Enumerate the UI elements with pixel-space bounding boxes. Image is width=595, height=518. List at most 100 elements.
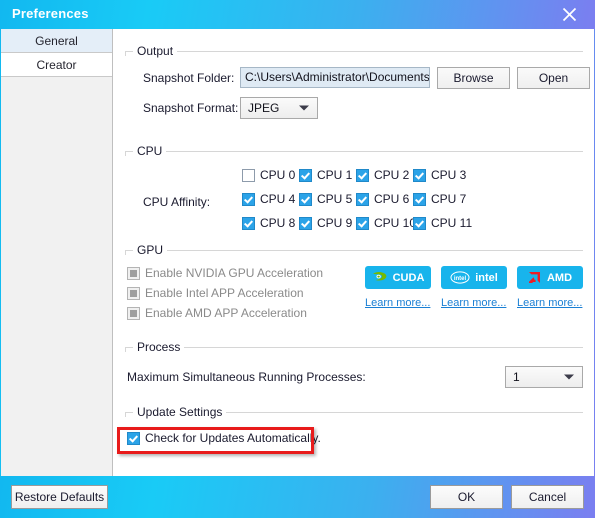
checkbox-icon — [356, 168, 369, 182]
cpu-checkbox-label: CPU 7 — [431, 192, 467, 206]
enable-amd-app-checkbox[interactable]: Enable AMD APP Acceleration — [127, 306, 307, 320]
cpu-checkbox-4[interactable]: CPU 4 — [242, 192, 295, 206]
intel-label: intel — [475, 271, 498, 284]
open-button[interactable]: Open — [517, 67, 590, 89]
amd-logo-icon — [528, 272, 540, 283]
group-divider — [125, 151, 583, 152]
cpu-checkbox-11[interactable]: CPU 11 — [413, 216, 472, 230]
cuda-label: CUDA — [392, 271, 425, 284]
checkbox-icon — [299, 192, 312, 206]
restore-defaults-button[interactable]: Restore Defaults — [11, 485, 108, 509]
snapshot-folder-input[interactable]: C:\Users\Administrator\Documents\A — [240, 67, 430, 88]
sidebar: General Creator — [1, 29, 113, 476]
cpu-checkbox-label: CPU 6 — [374, 192, 410, 206]
checkbox-icon — [127, 266, 140, 280]
enable-intel-app-label: Enable Intel APP Acceleration — [145, 286, 304, 300]
intel-button[interactable]: intel intel — [441, 266, 507, 289]
max-processes-select[interactable]: 1 — [505, 366, 583, 388]
checkbox-icon — [299, 216, 312, 230]
sidebar-item-general[interactable]: General — [1, 29, 112, 53]
cpu-group-label: CPU — [133, 144, 167, 158]
output-group-label: Output — [133, 44, 178, 58]
sidebar-item-creator[interactable]: Creator — [1, 53, 112, 77]
cpu-checkbox-label: CPU 5 — [317, 192, 353, 206]
checkbox-icon — [413, 192, 426, 206]
nvidia-logo-icon — [372, 272, 386, 281]
cpu-checkbox-label: CPU 8 — [260, 216, 296, 230]
group-divider-tick — [125, 347, 126, 352]
cpu-checkbox-0[interactable]: CPU 0 — [242, 168, 295, 182]
cpu-checkbox-2[interactable]: CPU 2 — [356, 168, 409, 182]
cpu-checkbox-6[interactable]: CPU 6 — [356, 192, 409, 206]
cpu-checkbox-5[interactable]: CPU 5 — [299, 192, 352, 206]
snapshot-folder-label: Snapshot Folder: — [143, 71, 235, 85]
snapshot-format-label: Snapshot Format: — [143, 101, 239, 115]
group-divider-tick — [125, 250, 126, 255]
cpu-checkbox-7[interactable]: CPU 7 — [413, 192, 466, 206]
cpu-checkbox-label: CPU 11 — [431, 216, 473, 230]
cuda-learn-more-link[interactable]: Learn more... — [365, 297, 430, 309]
gpu-group-label: GPU — [133, 243, 168, 257]
checkbox-icon — [356, 192, 369, 206]
checkbox-icon — [413, 216, 426, 230]
amd-label: AMD — [546, 271, 573, 284]
group-divider — [125, 347, 583, 348]
group-divider-tick — [125, 151, 126, 156]
checkbox-icon — [242, 168, 255, 182]
enable-intel-app-checkbox[interactable]: Enable Intel APP Acceleration — [127, 286, 304, 300]
checkbox-icon — [242, 192, 255, 206]
svg-text:intel: intel — [454, 276, 467, 282]
amd-button[interactable]: AMD — [517, 266, 583, 289]
checkbox-icon — [413, 168, 426, 182]
preferences-dialog: Preferences General Creator Output Snaps… — [0, 0, 595, 518]
checkbox-icon — [127, 431, 140, 445]
window-title: Preferences — [12, 6, 89, 21]
settings-panel: Output Snapshot Folder: C:\Users\Adminis… — [113, 29, 594, 476]
snapshot-format-select[interactable]: JPEG — [240, 97, 318, 119]
max-processes-value: 1 — [513, 370, 520, 384]
cpu-checkbox-label: CPU 1 — [317, 168, 353, 182]
cpu-checkbox-8[interactable]: CPU 8 — [242, 216, 295, 230]
snapshot-format-value: JPEG — [248, 101, 280, 115]
title-bar: Preferences — [0, 0, 595, 29]
check-updates-checkbox[interactable]: Check for Updates Automatically. — [127, 431, 321, 445]
browse-button[interactable]: Browse — [437, 67, 510, 89]
sidebar-item-label: Creator — [36, 58, 77, 72]
intel-learn-more-link[interactable]: Learn more... — [441, 297, 506, 309]
enable-amd-app-label: Enable AMD APP Acceleration — [145, 306, 307, 320]
ok-button[interactable]: OK — [430, 485, 503, 509]
group-divider — [125, 51, 583, 52]
cpu-checkbox-label: CPU 4 — [260, 192, 296, 206]
enable-nvidia-gpu-checkbox[interactable]: Enable NVIDIA GPU Acceleration — [127, 266, 323, 280]
cpu-checkbox-label: CPU 9 — [317, 216, 353, 230]
cpu-checkbox-label: CPU 10 — [374, 216, 417, 230]
cpu-checkbox-3[interactable]: CPU 3 — [413, 168, 466, 182]
cpu-affinity-label: CPU Affinity: — [143, 195, 211, 209]
sidebar-item-label: General — [35, 34, 78, 48]
cpu-checkbox-label: CPU 0 — [260, 168, 296, 182]
enable-nvidia-gpu-label: Enable NVIDIA GPU Acceleration — [145, 266, 324, 280]
cuda-button[interactable]: CUDA — [365, 266, 431, 289]
cpu-checkbox-9[interactable]: CPU 9 — [299, 216, 352, 230]
chevron-down-icon — [564, 374, 574, 380]
check-updates-label: Check for Updates Automatically. — [145, 431, 321, 445]
checkbox-icon — [242, 216, 255, 230]
dialog-footer: Restore Defaults OK Cancel — [0, 476, 595, 518]
group-divider-tick — [125, 412, 126, 417]
amd-learn-more-link[interactable]: Learn more... — [517, 297, 582, 309]
cpu-checkbox-10[interactable]: CPU 10 — [356, 216, 416, 230]
close-icon[interactable] — [549, 0, 589, 29]
group-divider — [125, 250, 583, 251]
close-glyph — [562, 7, 576, 22]
checkbox-icon — [127, 306, 140, 320]
intel-logo-icon: intel — [450, 271, 470, 284]
cpu-checkbox-label: CPU 2 — [374, 168, 410, 182]
cpu-checkbox-label: CPU 3 — [431, 168, 467, 182]
checkbox-icon — [299, 168, 312, 182]
process-group-label: Process — [133, 340, 185, 354]
checkbox-icon — [127, 286, 140, 300]
group-divider-tick — [125, 51, 126, 56]
cancel-button[interactable]: Cancel — [511, 485, 584, 509]
chevron-down-icon — [299, 105, 309, 111]
cpu-checkbox-1[interactable]: CPU 1 — [299, 168, 352, 182]
